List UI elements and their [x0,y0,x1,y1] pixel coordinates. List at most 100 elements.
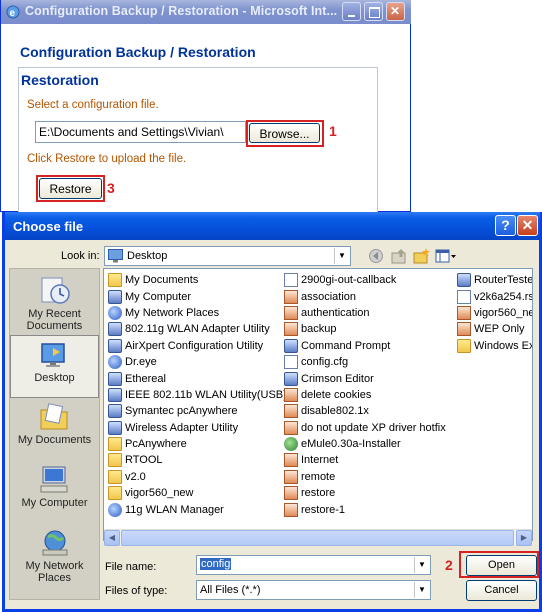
up-folder-icon[interactable] [391,248,409,264]
list-item[interactable]: v2k6a254.rst [457,288,532,304]
chevron-down-icon[interactable]: ▼ [334,248,349,264]
place-label: My Network Places [25,560,84,584]
folder-icon [457,338,471,353]
file-column: 2900gi-out-callback association authenti… [284,272,446,518]
list-item[interactable]: My Documents [108,272,287,288]
registry-file-icon [284,502,298,517]
maximize-button[interactable] [364,2,383,21]
list-item[interactable]: 11g WLAN Manager [108,501,287,517]
list-item[interactable]: My Network Places [108,305,287,321]
shortcut-icon [108,371,122,386]
list-item[interactable]: Windows Exp [457,338,532,354]
list-item[interactable]: config.cfg [284,354,446,370]
dialog-titlebar: Choose file ? ✕ [5,212,540,240]
list-item[interactable]: v2.0 [108,469,287,485]
list-item[interactable]: AirXpert Configuration Utility [108,338,287,354]
list-item[interactable]: Symantec pcAnywhere [108,403,287,419]
page-title: Configuration Backup / Restoration [20,44,256,60]
list-item[interactable]: Ethereal [108,370,287,386]
list-item[interactable]: Internet [284,452,446,468]
place-my-documents[interactable]: My Documents [10,398,99,461]
list-item[interactable]: eMule0.30a-Installer [284,436,446,452]
place-recent-documents[interactable]: My Recent Documents [10,272,99,335]
list-item[interactable]: Crimson Editor [284,370,446,386]
upload-instruction-label: Click Restore to upload the file. [27,153,187,165]
list-item[interactable]: Dr.eye [108,354,287,370]
place-network-places[interactable]: My Network Places [10,524,99,587]
folder-icon [108,453,122,468]
list-item[interactable]: restore-1 [284,501,446,517]
chevron-down-icon[interactable]: ▼ [414,582,429,598]
help-button[interactable]: ? [495,215,516,236]
folder-icon [108,437,122,452]
restore-highlight [36,175,105,202]
ie-close-button[interactable] [386,2,405,21]
file-list[interactable]: My Documents My Computer My Network Plac… [103,268,533,541]
list-item[interactable]: do not update XP driver hotfix [284,420,446,436]
place-label: My Documents [17,434,92,446]
shortcut-icon [108,404,122,419]
ie-window-title: Configuration Backup / Restoration - Mic… [25,4,338,18]
list-item[interactable]: Wireless Adapter Utility [108,420,287,436]
list-item[interactable]: vigor560_new [457,305,532,321]
folder-icon [108,486,122,501]
browse-highlight [246,120,324,147]
list-item[interactable]: restore [284,485,446,501]
registry-file-icon [284,420,298,435]
recent-documents-icon [41,277,70,304]
command-prompt-icon [284,338,298,353]
list-item[interactable]: vigor560_new [108,485,287,501]
list-item[interactable]: 2900gi-out-callback [284,272,446,288]
list-item[interactable]: disable802.1x [284,403,446,419]
file-path-input[interactable]: E:\Documents and Settings\Vivian\ [35,121,246,143]
network-icon [108,305,122,320]
look-in-dropdown[interactable]: Desktop ▼ [104,246,351,266]
list-item[interactable]: association [284,288,446,304]
scroll-left-icon[interactable]: ◀ [104,530,120,546]
file-type-dropdown[interactable]: All Files (*.*) ▼ [196,580,431,600]
shortcut-icon [457,273,471,288]
close-button[interactable]: ✕ [517,215,538,236]
cancel-button[interactable]: Cancel [466,580,537,601]
shortcut-icon [108,355,122,370]
internet-explorer-icon: e [6,5,20,19]
list-item[interactable]: backup [284,321,446,337]
horizontal-scrollbar[interactable]: ◀ ▶ [104,529,532,546]
scroll-right-icon[interactable]: ▶ [516,530,532,546]
back-icon[interactable] [368,248,386,264]
list-item[interactable]: delete cookies [284,387,446,403]
shortcut-icon [108,420,122,435]
list-item[interactable]: WEP Only [457,321,532,337]
list-item[interactable]: PcAnywhere [108,436,287,452]
list-item[interactable]: RTOOL [108,452,287,468]
place-my-computer[interactable]: My Computer [10,461,99,524]
folder-icon [108,469,122,484]
list-item[interactable]: IEEE 802.11b WLAN Utility(USB) [108,387,287,403]
open-highlight [459,551,539,578]
folder-icon [108,273,122,288]
shortcut-icon [284,371,298,386]
list-item[interactable]: 802.11g WLAN Adapter Utility [108,321,287,337]
list-item[interactable]: authentication [284,305,446,321]
list-item[interactable]: Command Prompt [284,338,446,354]
chevron-down-icon[interactable]: ▼ [414,557,429,573]
file-type-label: Files of type: [105,585,168,597]
place-desktop[interactable]: Desktop [10,335,99,398]
file-icon [457,289,471,304]
file-column: RouterTester v2k6a254.rst vigor560_new W… [457,272,532,354]
registry-file-icon [284,305,298,320]
step-2-label: 2 [445,557,453,573]
look-in-value: Desktop [127,250,168,262]
list-item[interactable]: remote [284,469,446,485]
svg-text:e: e [10,8,16,19]
list-item[interactable]: My Computer [108,288,287,304]
registry-file-icon [284,322,298,337]
new-folder-icon[interactable] [413,248,431,264]
list-item[interactable]: RouterTester [457,272,532,288]
scrollbar-thumb[interactable] [121,530,514,546]
file-name-input[interactable]: config ▼ [196,555,431,575]
view-menu-icon[interactable] [435,248,457,264]
step-3-label: 3 [107,180,115,196]
minimize-button[interactable] [342,2,361,21]
file-column: My Documents My Computer My Network Plac… [108,272,287,518]
